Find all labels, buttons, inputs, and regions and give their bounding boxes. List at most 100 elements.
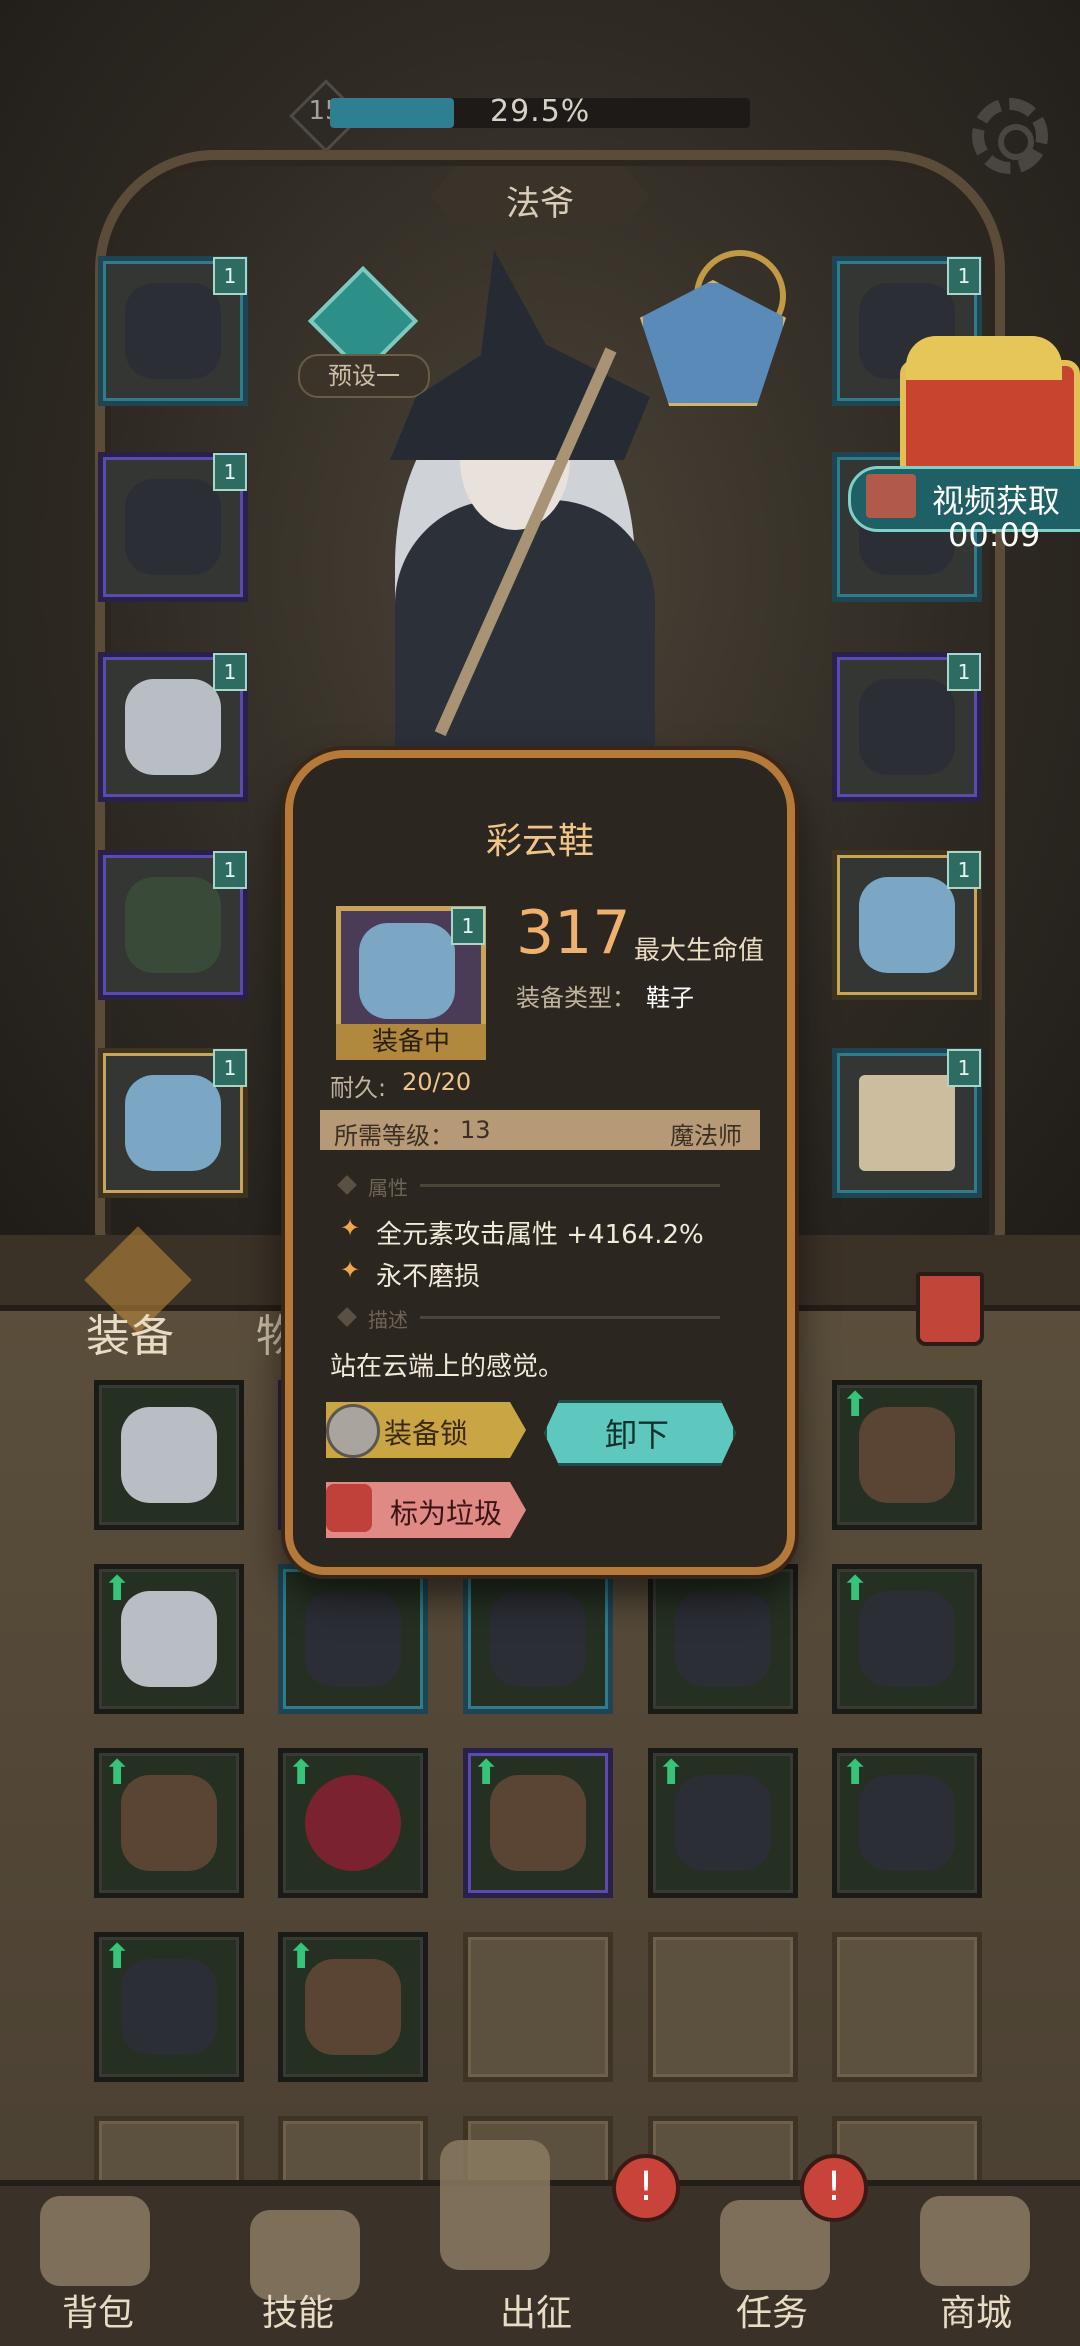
tasks-alert-badge: ! (800, 2154, 868, 2222)
expedition-icon[interactable] (440, 2140, 550, 2270)
expedition-alert-badge: ! (612, 2154, 680, 2222)
item-tag: 1 (213, 257, 247, 295)
bag-slot[interactable] (463, 1564, 613, 1714)
item-tag: 1 (213, 1049, 247, 1087)
bag-slot[interactable]: ⬆ (648, 1748, 798, 1898)
item-tag: 1 (947, 1049, 981, 1087)
nav-expedition[interactable]: 出征 (500, 2284, 572, 2336)
bag-slot[interactable]: ⬆ (463, 1748, 613, 1898)
junk-icon (326, 1484, 372, 1532)
durability-label: 耐久: (330, 1074, 387, 1102)
staff-icon (859, 877, 955, 973)
gauntlet-icon (125, 679, 221, 775)
popup-item-name: 彩云鞋 (485, 821, 594, 862)
bag-slot[interactable]: ⬆ (832, 1564, 982, 1714)
equip-slot-scroll[interactable]: 1 (832, 1048, 982, 1198)
xp-percent: 29.5% (490, 94, 591, 129)
equip-slot-boots[interactable]: 1 (98, 1048, 248, 1198)
boots-icon (125, 1075, 221, 1171)
xp-bar-fill (330, 98, 454, 128)
bag-slot[interactable] (94, 1380, 244, 1530)
gear-icon[interactable] (972, 98, 1048, 174)
boots-icon (359, 923, 455, 1019)
durability-value: 20/20 (402, 1068, 472, 1096)
staff-icon (490, 1775, 586, 1871)
star-bullet-icon: ✦ (340, 1256, 361, 1284)
equip-type-value: 鞋子 (646, 984, 694, 1012)
ring-icon (305, 1959, 401, 2055)
item-description: 站在云端上的感觉。 (330, 1352, 565, 1382)
equip-slot-belt[interactable]: 1 (98, 850, 248, 1000)
bag-slot[interactable] (278, 1564, 428, 1714)
item-tag: 1 (451, 907, 485, 945)
bag-slot-empty[interactable] (463, 1932, 613, 2082)
equip-slot-staff[interactable]: 1 (832, 850, 982, 1000)
satchel-icon (859, 1407, 955, 1503)
trash-icon[interactable] (916, 1272, 984, 1346)
bag-slot[interactable]: ⬆ (832, 1748, 982, 1898)
star-bullet-icon: ✦ (340, 1214, 361, 1242)
attribute-line: 永不磨损 (376, 1262, 481, 1292)
required-level-value: 13 (460, 1116, 491, 1144)
item-tag: 1 (947, 851, 981, 889)
equip-type-label: 装备类型： (516, 984, 636, 1012)
bag-slot-empty[interactable] (832, 1932, 982, 2082)
bag-slot[interactable] (648, 1564, 798, 1714)
gauntlet-icon (675, 1775, 771, 1871)
ring-icon (859, 679, 955, 775)
bag-slot[interactable]: ⬆ (94, 1564, 244, 1714)
description-section-label: 描述 (368, 1308, 408, 1332)
tab-equipment[interactable]: 装备 (86, 1300, 174, 1364)
video-icon (866, 474, 916, 518)
hat-icon (125, 283, 221, 379)
bag-slot[interactable]: ⬆ (94, 1748, 244, 1898)
heart-amulet-icon (305, 1775, 401, 1871)
section-divider (420, 1184, 720, 1187)
bag-slot[interactable]: ⬆ (278, 1932, 428, 2082)
bag-slot[interactable]: ⬆ (832, 1380, 982, 1530)
pendant-icon (121, 1407, 217, 1503)
unequip-label: 卸下 (604, 1416, 669, 1454)
bag-slot-empty[interactable] (648, 1932, 798, 2082)
equip-slot-hat[interactable]: 1 (98, 256, 248, 406)
bracelet-icon (121, 1591, 217, 1687)
nav-tasks[interactable]: 任务 (736, 2284, 808, 2336)
pants-icon (675, 1591, 771, 1687)
upgrade-arrow-icon: ⬆ (287, 1753, 316, 1793)
mark-junk-label: 标为垃圾 (390, 1497, 503, 1530)
hero-name: 法爷 (506, 184, 574, 224)
nav-bag[interactable]: 背包 (62, 2284, 134, 2336)
item-tag: 1 (213, 851, 247, 889)
item-tag: 1 (213, 453, 247, 491)
backpack-icon[interactable] (40, 2196, 150, 2286)
video-reward-timer: 00:09 (948, 516, 1041, 554)
preset-button[interactable]: 预设一 (298, 354, 430, 398)
shop-icon[interactable] (920, 2196, 1030, 2286)
main-stat-name: 最大生命值 (634, 936, 765, 966)
equipment-lock-label: 装备锁 (384, 1417, 469, 1450)
hat-icon (121, 1959, 217, 2055)
chest-lid (906, 336, 1062, 380)
satchel-icon (121, 1775, 217, 1871)
belt-icon (125, 877, 221, 973)
nav-skills[interactable]: 技能 (262, 2284, 334, 2336)
robe-icon (125, 479, 221, 575)
attributes-section-label: 属性 (368, 1176, 408, 1200)
main-stat-value: 317 (516, 898, 631, 968)
item-tag: 1 (947, 653, 981, 691)
hat-icon (490, 1591, 586, 1687)
attribute-line: 全元素攻击属性 +4164.2% (376, 1220, 704, 1250)
equip-slot-ring[interactable]: 1 (832, 652, 982, 802)
equip-slot-robe[interactable]: 1 (98, 452, 248, 602)
bag-slot[interactable]: ⬆ (94, 1932, 244, 2082)
lock-icon (326, 1404, 380, 1458)
bag-slot[interactable]: ⬆ (278, 1748, 428, 1898)
equipped-status: 装备中 (336, 1024, 486, 1060)
required-class: 魔法师 (670, 1122, 742, 1150)
nav-shop[interactable]: 商城 (940, 2284, 1012, 2336)
item-tag: 1 (213, 653, 247, 691)
item-tag: 1 (947, 257, 981, 295)
equip-slot-gauntlet[interactable]: 1 (98, 652, 248, 802)
amulet-icon (859, 1591, 955, 1687)
section-divider (420, 1316, 720, 1319)
